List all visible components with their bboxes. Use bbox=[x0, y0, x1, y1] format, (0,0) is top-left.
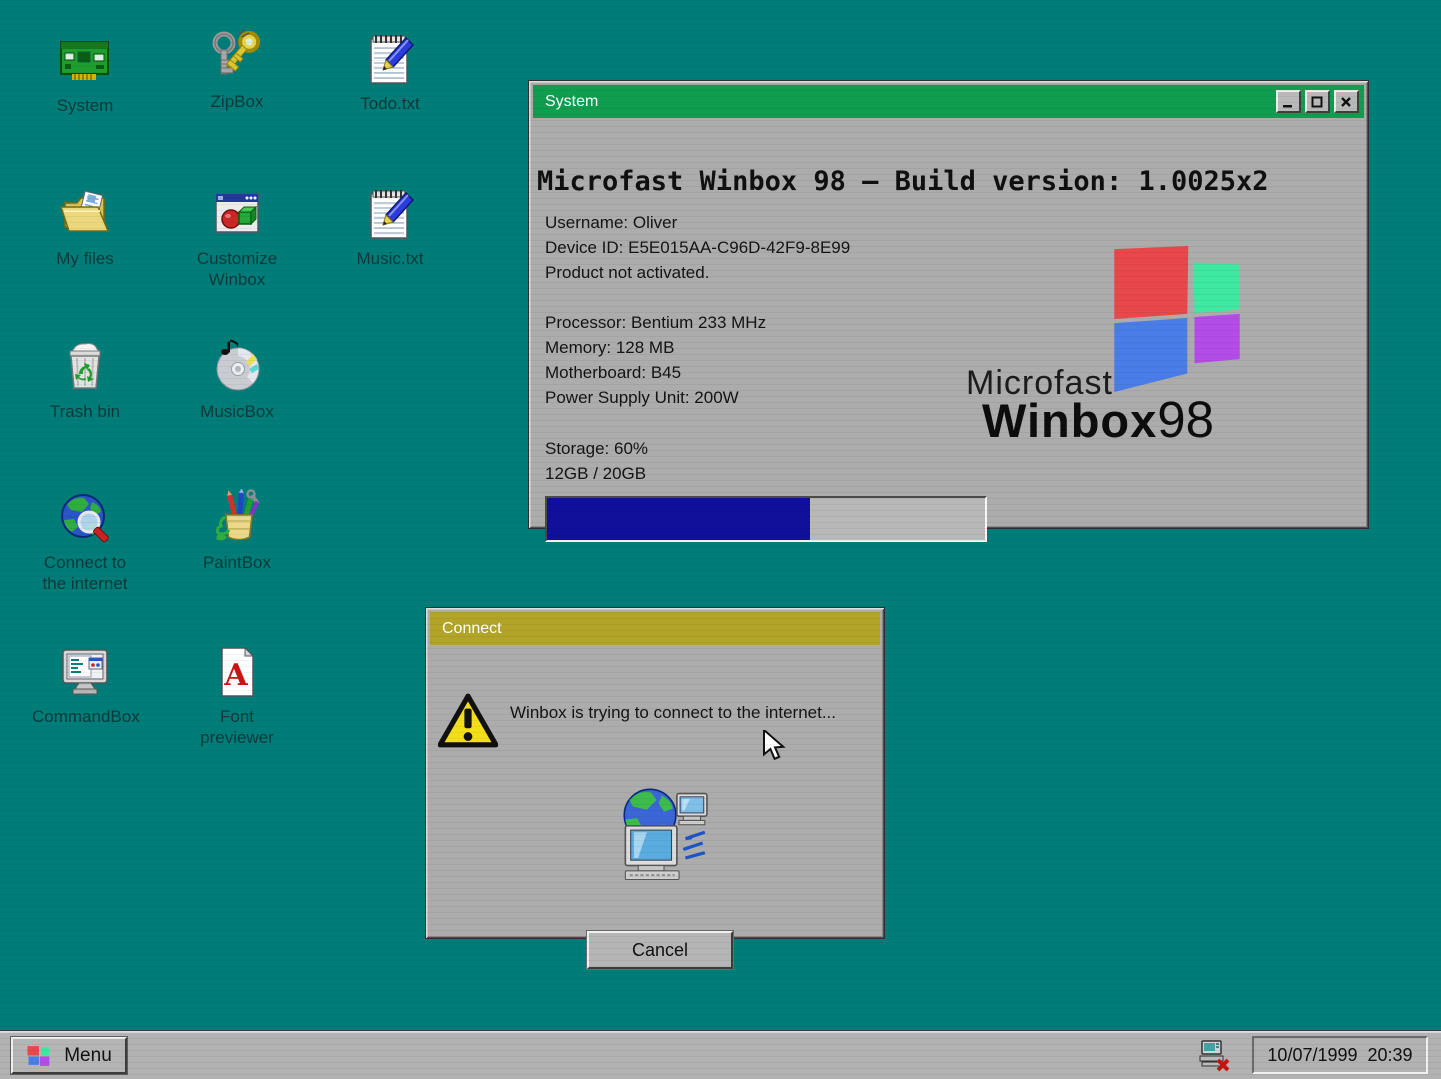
logo-winbox-text: Winbox98 bbox=[982, 390, 1214, 449]
icon-label: PaintBox bbox=[203, 552, 271, 573]
cursor-icon bbox=[762, 730, 790, 762]
notepad-pen-icon bbox=[361, 30, 419, 88]
system-window-content: Microfast Winbox 98 – Build version: 1.0… bbox=[533, 118, 1364, 524]
username-line: Username: Oliver bbox=[545, 210, 850, 235]
desktop-icon-my-files[interactable]: My files bbox=[25, 185, 145, 269]
desktop-icon-paintbox[interactable]: PaintBox bbox=[177, 489, 297, 573]
winbox-flag-logo bbox=[1110, 246, 1244, 392]
connect-dialog-titlebar[interactable]: Connect bbox=[430, 612, 880, 645]
icon-label: Connect to the internet bbox=[32, 552, 138, 594]
system-window: System Microfast Winbox 98 – Build versi… bbox=[528, 80, 1369, 529]
clock-text: 10/07/1999 20:39 bbox=[1267, 1045, 1412, 1066]
system-heading: Microfast Winbox 98 – Build version: 1.0… bbox=[537, 166, 1269, 197]
system-window-title: System bbox=[545, 93, 598, 111]
icon-label: Customize Winbox bbox=[184, 248, 290, 290]
taskbar: Menu 10/07/1999 20:39 bbox=[0, 1030, 1441, 1079]
icon-label: ZipBox bbox=[211, 91, 264, 112]
menu-button-label: Menu bbox=[64, 1045, 112, 1067]
notepad-pen-icon bbox=[361, 185, 419, 243]
device-id-line: Device ID: E5E015AA-C96D-42F9-8E99 bbox=[545, 235, 850, 260]
icon-label: Font previewer bbox=[184, 706, 290, 748]
logo-winbox-number: 98 bbox=[1157, 391, 1214, 448]
account-info: Username: Oliver Device ID: E5E015AA-C96… bbox=[545, 210, 850, 285]
storage-progress-bar bbox=[545, 496, 987, 542]
warning-icon bbox=[438, 693, 498, 749]
maximize-icon bbox=[1311, 96, 1324, 108]
window-shapes-icon bbox=[208, 185, 266, 243]
icon-label: Todo.txt bbox=[360, 93, 420, 114]
activation-line: Product not activated. bbox=[545, 260, 850, 285]
icon-label: CommandBox bbox=[32, 706, 138, 727]
minimize-button[interactable] bbox=[1276, 90, 1301, 113]
motherboard-line: Motherboard: B45 bbox=[545, 360, 766, 385]
hardware-info: Processor: Bentium 233 MHz Memory: 128 M… bbox=[545, 310, 766, 410]
menu-button[interactable]: Menu bbox=[11, 1037, 127, 1074]
icon-label: MusicBox bbox=[200, 401, 274, 422]
system-window-titlebar[interactable]: System bbox=[533, 85, 1364, 118]
taskbar-clock[interactable]: 10/07/1999 20:39 bbox=[1252, 1036, 1428, 1074]
menu-flag-icon bbox=[26, 1043, 54, 1068]
connect-message: Winbox is trying to connect to the inter… bbox=[510, 700, 845, 726]
desktop: System My files Trash bin bbox=[0, 0, 1441, 1079]
icon-label: System bbox=[57, 95, 114, 116]
desktop-icon-connect-internet[interactable]: Connect to the internet bbox=[25, 489, 145, 594]
network-offline-icon[interactable] bbox=[1195, 1040, 1231, 1072]
storage-progress-fill bbox=[547, 498, 810, 540]
processor-line: Processor: Bentium 233 MHz bbox=[545, 310, 766, 335]
desktop-icon-musicbox[interactable]: MusicBox bbox=[177, 338, 297, 422]
globe-computers-icon-wrap bbox=[610, 785, 718, 892]
desktop-icon-system[interactable]: System bbox=[25, 32, 145, 116]
desktop-icon-trash-bin[interactable]: Trash bin bbox=[25, 338, 145, 422]
keys-icon bbox=[208, 28, 266, 86]
paint-cup-icon bbox=[208, 489, 266, 547]
cancel-button[interactable]: Cancel bbox=[587, 931, 733, 969]
desktop-icon-font-previewer[interactable]: A Font previewer bbox=[177, 643, 297, 748]
cancel-button-label: Cancel bbox=[632, 940, 688, 961]
connect-dialog: Connect Winbox is trying to connect to t… bbox=[425, 607, 885, 939]
maximize-button[interactable] bbox=[1305, 90, 1330, 113]
connect-dialog-title: Connect bbox=[442, 620, 502, 638]
close-button[interactable] bbox=[1334, 90, 1359, 113]
circuit-card-icon bbox=[56, 32, 114, 90]
icon-label: My files bbox=[56, 248, 114, 269]
desktop-icon-zipbox[interactable]: ZipBox bbox=[177, 28, 297, 112]
desktop-icon-customize-winbox[interactable]: Customize Winbox bbox=[177, 185, 297, 290]
icon-label: Music.txt bbox=[356, 248, 423, 269]
storage-info: Storage: 60% 12GB / 20GB bbox=[545, 436, 648, 486]
cd-note-icon bbox=[208, 338, 266, 396]
terminal-monitor-icon bbox=[56, 643, 114, 701]
desktop-icon-todo-txt[interactable]: Todo.txt bbox=[330, 30, 450, 114]
svg-text:A: A bbox=[223, 658, 248, 693]
globe-computers-icon bbox=[610, 785, 718, 887]
globe-magnifier-icon bbox=[56, 489, 114, 547]
desktop-icon-commandbox[interactable]: CommandBox bbox=[25, 643, 145, 727]
font-a-page-icon: A bbox=[208, 643, 266, 701]
icon-label: Trash bin bbox=[50, 401, 120, 422]
psu-line: Power Supply Unit: 200W bbox=[545, 385, 766, 410]
storage-detail-line: 12GB / 20GB bbox=[545, 461, 648, 486]
storage-percent-line: Storage: 60% bbox=[545, 436, 648, 461]
trash-recycle-icon bbox=[56, 338, 114, 396]
open-folder-icon bbox=[56, 185, 114, 243]
desktop-icon-music-txt[interactable]: Music.txt bbox=[330, 185, 450, 269]
memory-line: Memory: 128 MB bbox=[545, 335, 766, 360]
logo-winbox-bold: Winbox bbox=[982, 394, 1157, 447]
warning-icon-wrap bbox=[438, 693, 498, 754]
connect-dialog-content: Winbox is trying to connect to the inter… bbox=[430, 645, 880, 934]
close-icon bbox=[1340, 96, 1353, 108]
minimize-icon bbox=[1282, 96, 1295, 108]
